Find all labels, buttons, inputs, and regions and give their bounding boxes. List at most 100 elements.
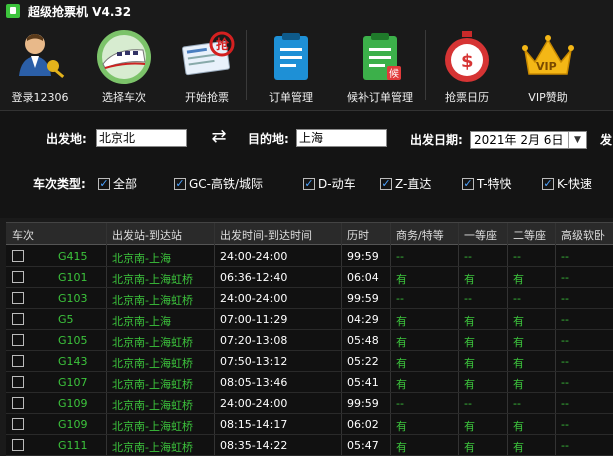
table-cell: 05:22	[347, 355, 379, 368]
stopwatch-icon: $	[445, 31, 489, 82]
column-header[interactable]: 二等座	[513, 227, 546, 243]
ticket-grab-icon: 抢	[182, 31, 235, 76]
table-cell: --	[513, 397, 521, 410]
from-station-input[interactable]: 北京北	[96, 129, 187, 147]
row-checkbox[interactable]	[12, 418, 24, 430]
table-row[interactable]: G143 北京南-上海虹桥 07:50-13:12 05:22 有 有 有 --	[6, 351, 613, 372]
table-cell: 07:50-13:12	[220, 355, 288, 368]
waitlist-order-button[interactable]: 候 候补订单管理	[335, 22, 425, 108]
table-cell: 有	[513, 441, 524, 454]
table-cell: --	[464, 250, 472, 263]
table-cell: G143	[58, 355, 88, 368]
type-checkbox-t[interactable]: ✓ T-特快	[462, 175, 512, 192]
checkbox-checked-icon[interactable]: ✓	[462, 177, 474, 190]
checkbox-checked-icon[interactable]: ✓	[98, 177, 110, 190]
type-checkbox-d[interactable]: ✓ D-动车	[303, 175, 356, 192]
table-row[interactable]: G103 北京南-上海虹桥 24:00-24:00 99:59 -- -- -- --	[6, 288, 613, 309]
table-cell: 04:29	[347, 313, 379, 326]
row-checkbox[interactable]	[12, 439, 24, 451]
table-cell: 有	[464, 378, 475, 391]
table-cell: 有	[464, 420, 475, 433]
table-cell: 有	[513, 273, 524, 286]
train-type-label: 车次类型:	[33, 177, 86, 191]
checkbox-checked-icon[interactable]: ✓	[542, 177, 554, 190]
table-row[interactable]: G107 北京南-上海虹桥 08:05-13:46 05:41 有 有 有 --	[6, 372, 613, 393]
departure-date-picker[interactable]: 2021年 2月 6日 ▼	[470, 131, 587, 149]
table-cell: G111	[58, 439, 88, 452]
table-cell: --	[513, 250, 521, 263]
checkbox-checked-icon[interactable]: ✓	[380, 177, 392, 190]
table-cell: --	[513, 292, 521, 305]
table-row[interactable]: G109 北京南-上海虹桥 24:00-24:00 99:59 -- -- -- --	[6, 393, 613, 414]
column-header[interactable]: 出发时间-到达时间	[220, 227, 312, 243]
app-train-icon	[6, 4, 20, 18]
table-row[interactable]: G111 北京南-上海虹桥 08:35-14:22 05:47 有 有 有 --	[6, 435, 613, 456]
table-row[interactable]: G109 北京南-上海虹桥 08:15-14:17 06:02 有 有 有 --	[6, 414, 613, 435]
row-checkbox[interactable]	[12, 250, 24, 262]
table-cell: 06:04	[347, 271, 379, 284]
column-header[interactable]: 出发站-到达站	[112, 227, 182, 243]
table-cell: G107	[58, 376, 88, 389]
to-station-input[interactable]: 上海	[296, 129, 387, 147]
table-cell: --	[561, 250, 569, 263]
row-checkbox[interactable]	[12, 397, 24, 409]
table-row[interactable]: G5 北京南-上海 07:00-11:29 04:29 有 有 有 --	[6, 309, 613, 330]
table-cell: 99:59	[347, 397, 379, 410]
table-row[interactable]: G105 北京南-上海虹桥 07:20-13:08 05:48 有 有 有 --	[6, 330, 613, 351]
table-cell: 有	[396, 357, 407, 370]
main-toolbar: 登录12306 选择车次 抢 开始抢票 订单管理 候 候补订单管理 $ 抢票日历…	[0, 22, 613, 108]
column-header[interactable]: 车次	[12, 227, 34, 243]
order-icon	[274, 33, 308, 80]
start-grab-button[interactable]: 抢 开始抢票	[168, 22, 246, 108]
column-header[interactable]: 一等座	[464, 227, 497, 243]
table-cell: 北京南-上海虹桥	[112, 357, 193, 370]
date-value: 2021年 2月 6日	[474, 133, 564, 147]
grab-calendar-button[interactable]: $ 抢票日历	[426, 22, 508, 108]
checkbox-checked-icon[interactable]: ✓	[174, 177, 186, 190]
table-cell: 05:41	[347, 376, 379, 389]
row-checkbox[interactable]	[12, 313, 24, 325]
type-checkbox-gc[interactable]: ✓ GC-高铁/城际	[174, 175, 263, 192]
table-cell: --	[561, 334, 569, 347]
table-cell: 有	[464, 336, 475, 349]
type-checkbox-z[interactable]: ✓ Z-直达	[380, 175, 431, 192]
table-cell: 08:05-13:46	[220, 376, 288, 389]
checkbox-checked-icon[interactable]: ✓	[303, 177, 315, 190]
table-cell: 99:59	[347, 292, 379, 305]
vip-sponsor-button[interactable]: VIP VIP赞助	[508, 22, 588, 108]
order-management-button[interactable]: 订单管理	[247, 22, 335, 108]
table-cell: --	[561, 397, 569, 410]
table-row[interactable]: G415 北京南-上海 24:00-24:00 99:59 -- -- -- --	[6, 246, 613, 267]
type-checkbox-all[interactable]: ✓ 全部	[98, 175, 137, 192]
table-cell: --	[561, 292, 569, 305]
train-icon	[97, 30, 151, 84]
table-cell: 有	[464, 273, 475, 286]
table-cell: 有	[513, 378, 524, 391]
table-cell: 北京南-上海虹桥	[112, 294, 193, 307]
swap-stations-icon[interactable]: ⇄	[208, 127, 230, 147]
login-button[interactable]: 登录12306	[0, 22, 80, 108]
select-train-button[interactable]: 选择车次	[80, 22, 168, 108]
table-cell: G415	[58, 250, 88, 263]
row-checkbox[interactable]	[12, 292, 24, 304]
row-checkbox[interactable]	[12, 376, 24, 388]
date-label: 出发日期:	[410, 133, 463, 147]
column-header[interactable]: 商务/特等	[396, 227, 444, 243]
table-row[interactable]: G101 北京南-上海虹桥 06:36-12:40 06:04 有 有 有 --	[6, 267, 613, 288]
truncated-label: 发	[600, 133, 613, 147]
table-cell: 有	[464, 441, 475, 454]
column-header[interactable]: 高级软卧	[561, 227, 605, 243]
chevron-down-icon[interactable]: ▼	[568, 132, 586, 148]
table-cell: 24:00-24:00	[220, 292, 288, 305]
row-checkbox[interactable]	[12, 334, 24, 346]
type-checkbox-k[interactable]: ✓ K-快速	[542, 175, 592, 192]
table-cell: 有	[396, 378, 407, 391]
row-checkbox[interactable]	[12, 355, 24, 367]
column-header[interactable]: 历时	[347, 227, 369, 243]
svg-text:$: $	[461, 51, 474, 72]
user-key-icon	[19, 34, 65, 79]
table-cell: 有	[513, 420, 524, 433]
table-cell: G101	[58, 271, 88, 284]
row-checkbox[interactable]	[12, 271, 24, 283]
table-cell: 北京南-上海	[112, 252, 171, 265]
